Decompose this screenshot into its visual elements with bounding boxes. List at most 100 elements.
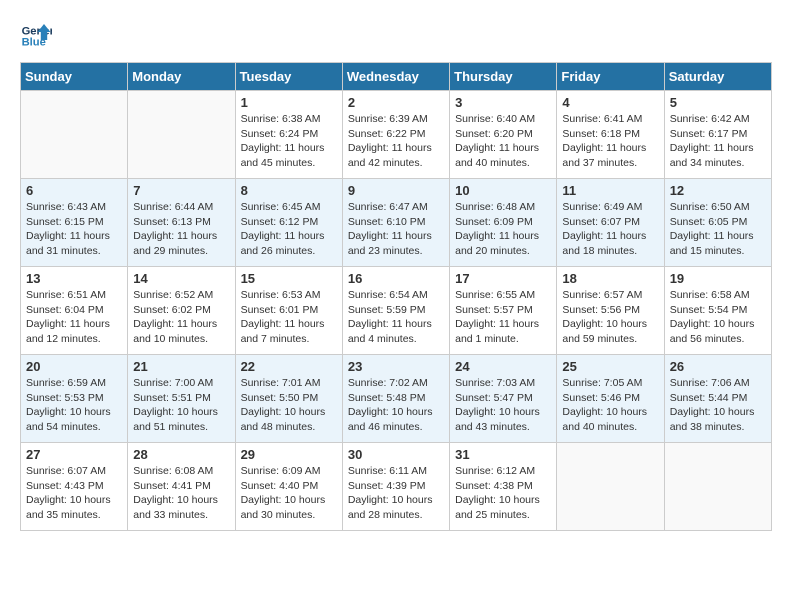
day-info: Sunrise: 6:50 AM Sunset: 6:05 PM Dayligh… — [670, 200, 766, 259]
day-info: Sunrise: 6:54 AM Sunset: 5:59 PM Dayligh… — [348, 288, 444, 347]
weekday-header: Monday — [128, 63, 235, 91]
weekday-header: Wednesday — [342, 63, 449, 91]
day-number: 26 — [670, 359, 766, 374]
weekday-header: Tuesday — [235, 63, 342, 91]
calendar-week-row: 13Sunrise: 6:51 AM Sunset: 6:04 PM Dayli… — [21, 267, 772, 355]
calendar-cell: 29Sunrise: 6:09 AM Sunset: 4:40 PM Dayli… — [235, 443, 342, 531]
calendar-cell: 6 Sunrise: 6:43 AM Sunset: 6:15 PM Daylig… — [21, 179, 128, 267]
calendar-cell: 5 Sunrise: 6:42 AM Sunset: 6:17 PM Daylig… — [664, 91, 771, 179]
day-info: Sunrise: 6:08 AM Sunset: 4:41 PM Dayligh… — [133, 464, 229, 523]
calendar-cell: 8 Sunrise: 6:45 AM Sunset: 6:12 PM Daylig… — [235, 179, 342, 267]
day-info: Sunrise: 7:01 AM Sunset: 5:50 PM Dayligh… — [241, 376, 337, 435]
calendar-cell: 3 Sunrise: 6:40 AM Sunset: 6:20 PM Daylig… — [450, 91, 557, 179]
weekday-header: Thursday — [450, 63, 557, 91]
day-info: Sunrise: 7:00 AM Sunset: 5:51 PM Dayligh… — [133, 376, 229, 435]
day-number: 1 — [241, 95, 337, 110]
logo: General Blue — [20, 20, 52, 52]
calendar-cell: 22 Sunrise: 7:01 AM Sunset: 5:50 PM Dayli… — [235, 355, 342, 443]
day-number: 23 — [348, 359, 444, 374]
calendar-cell: 10 Sunrise: 6:48 AM Sunset: 6:09 PM Dayli… — [450, 179, 557, 267]
day-info: Sunrise: 6:09 AM Sunset: 4:40 PM Dayligh… — [241, 464, 337, 523]
calendar-cell: 17Sunrise: 6:55 AM Sunset: 5:57 PM Dayli… — [450, 267, 557, 355]
day-info: Sunrise: 7:03 AM Sunset: 5:47 PM Dayligh… — [455, 376, 551, 435]
day-info: Sunrise: 6:12 AM Sunset: 4:38 PM Dayligh… — [455, 464, 551, 523]
day-number: 19 — [670, 271, 766, 286]
calendar-cell: 26Sunrise: 7:06 AM Sunset: 5:44 PM Dayli… — [664, 355, 771, 443]
day-info: Sunrise: 6:58 AM Sunset: 5:54 PM Dayligh… — [670, 288, 766, 347]
day-number: 4 — [562, 95, 658, 110]
day-number: 5 — [670, 95, 766, 110]
day-info: Sunrise: 6:43 AM Sunset: 6:15 PM Dayligh… — [26, 200, 122, 259]
day-number: 28 — [133, 447, 229, 462]
calendar-cell: 20 Sunrise: 6:59 AM Sunset: 5:53 PM Dayli… — [21, 355, 128, 443]
calendar-cell: 9 Sunrise: 6:47 AM Sunset: 6:10 PM Daylig… — [342, 179, 449, 267]
calendar-cell: 28 Sunrise: 6:08 AM Sunset: 4:41 PM Dayli… — [128, 443, 235, 531]
day-number: 3 — [455, 95, 551, 110]
day-info: Sunrise: 6:38 AM Sunset: 6:24 PM Dayligh… — [241, 112, 337, 171]
day-info: Sunrise: 6:49 AM Sunset: 6:07 PM Dayligh… — [562, 200, 658, 259]
day-info: Sunrise: 6:42 AM Sunset: 6:17 PM Dayligh… — [670, 112, 766, 171]
day-number: 31 — [455, 447, 551, 462]
calendar-cell: 23 Sunrise: 7:02 AM Sunset: 5:48 PM Dayli… — [342, 355, 449, 443]
logo-icon: General Blue — [20, 20, 52, 52]
day-number: 21 — [133, 359, 229, 374]
weekday-header: Sunday — [21, 63, 128, 91]
day-number: 16 — [348, 271, 444, 286]
day-info: Sunrise: 6:41 AM Sunset: 6:18 PM Dayligh… — [562, 112, 658, 171]
day-info: Sunrise: 6:40 AM Sunset: 6:20 PM Dayligh… — [455, 112, 551, 171]
day-info: Sunrise: 6:55 AM Sunset: 5:57 PM Dayligh… — [455, 288, 551, 347]
calendar-cell: 25 Sunrise: 7:05 AM Sunset: 5:46 PM Dayli… — [557, 355, 664, 443]
calendar-cell: 4 Sunrise: 6:41 AM Sunset: 6:18 PM Daylig… — [557, 91, 664, 179]
calendar-cell: 14 Sunrise: 6:52 AM Sunset: 6:02 PM Dayli… — [128, 267, 235, 355]
day-number: 25 — [562, 359, 658, 374]
calendar-cell: 27 Sunrise: 6:07 AM Sunset: 4:43 PM Dayli… — [21, 443, 128, 531]
calendar-cell: 13Sunrise: 6:51 AM Sunset: 6:04 PM Dayli… — [21, 267, 128, 355]
day-number: 14 — [133, 271, 229, 286]
day-number: 22 — [241, 359, 337, 374]
page-header: General Blue — [20, 20, 772, 52]
calendar-cell: 2Sunrise: 6:39 AM Sunset: 6:22 PM Daylig… — [342, 91, 449, 179]
day-number: 9 — [348, 183, 444, 198]
calendar-week-row: 6 Sunrise: 6:43 AM Sunset: 6:15 PM Daylig… — [21, 179, 772, 267]
calendar-cell: 15 Sunrise: 6:53 AM Sunset: 6:01 PM Dayli… — [235, 267, 342, 355]
calendar-cell — [21, 91, 128, 179]
calendar-cell: 12 Sunrise: 6:50 AM Sunset: 6:05 PM Dayli… — [664, 179, 771, 267]
day-info: Sunrise: 7:05 AM Sunset: 5:46 PM Dayligh… — [562, 376, 658, 435]
day-number: 6 — [26, 183, 122, 198]
calendar-week-row: 1 Sunrise: 6:38 AM Sunset: 6:24 PM Daylig… — [21, 91, 772, 179]
calendar-cell: 18 Sunrise: 6:57 AM Sunset: 5:56 PM Dayli… — [557, 267, 664, 355]
day-info: Sunrise: 7:02 AM Sunset: 5:48 PM Dayligh… — [348, 376, 444, 435]
day-number: 15 — [241, 271, 337, 286]
day-number: 13 — [26, 271, 122, 286]
calendar-cell — [557, 443, 664, 531]
weekday-header: Saturday — [664, 63, 771, 91]
day-info: Sunrise: 6:59 AM Sunset: 5:53 PM Dayligh… — [26, 376, 122, 435]
day-number: 30 — [348, 447, 444, 462]
day-info: Sunrise: 6:44 AM Sunset: 6:13 PM Dayligh… — [133, 200, 229, 259]
day-number: 10 — [455, 183, 551, 198]
day-info: Sunrise: 6:52 AM Sunset: 6:02 PM Dayligh… — [133, 288, 229, 347]
calendar-cell: 1 Sunrise: 6:38 AM Sunset: 6:24 PM Daylig… — [235, 91, 342, 179]
day-info: Sunrise: 6:11 AM Sunset: 4:39 PM Dayligh… — [348, 464, 444, 523]
calendar-cell — [664, 443, 771, 531]
day-number: 8 — [241, 183, 337, 198]
day-number: 18 — [562, 271, 658, 286]
day-number: 12 — [670, 183, 766, 198]
calendar-cell: 21 Sunrise: 7:00 AM Sunset: 5:51 PM Dayli… — [128, 355, 235, 443]
calendar-cell: 16 Sunrise: 6:54 AM Sunset: 5:59 PM Dayli… — [342, 267, 449, 355]
calendar-cell: 7 Sunrise: 6:44 AM Sunset: 6:13 PM Daylig… — [128, 179, 235, 267]
calendar-cell — [128, 91, 235, 179]
calendar-cell: 31 Sunrise: 6:12 AM Sunset: 4:38 PM Dayli… — [450, 443, 557, 531]
calendar-cell: 11Sunrise: 6:49 AM Sunset: 6:07 PM Dayli… — [557, 179, 664, 267]
calendar-cell: 24 Sunrise: 7:03 AM Sunset: 5:47 PM Dayli… — [450, 355, 557, 443]
day-number: 27 — [26, 447, 122, 462]
day-info: Sunrise: 6:45 AM Sunset: 6:12 PM Dayligh… — [241, 200, 337, 259]
day-info: Sunrise: 6:47 AM Sunset: 6:10 PM Dayligh… — [348, 200, 444, 259]
day-number: 7 — [133, 183, 229, 198]
day-info: Sunrise: 6:53 AM Sunset: 6:01 PM Dayligh… — [241, 288, 337, 347]
day-info: Sunrise: 6:57 AM Sunset: 5:56 PM Dayligh… — [562, 288, 658, 347]
day-info: Sunrise: 6:48 AM Sunset: 6:09 PM Dayligh… — [455, 200, 551, 259]
day-info: Sunrise: 6:07 AM Sunset: 4:43 PM Dayligh… — [26, 464, 122, 523]
day-number: 20 — [26, 359, 122, 374]
day-number: 24 — [455, 359, 551, 374]
